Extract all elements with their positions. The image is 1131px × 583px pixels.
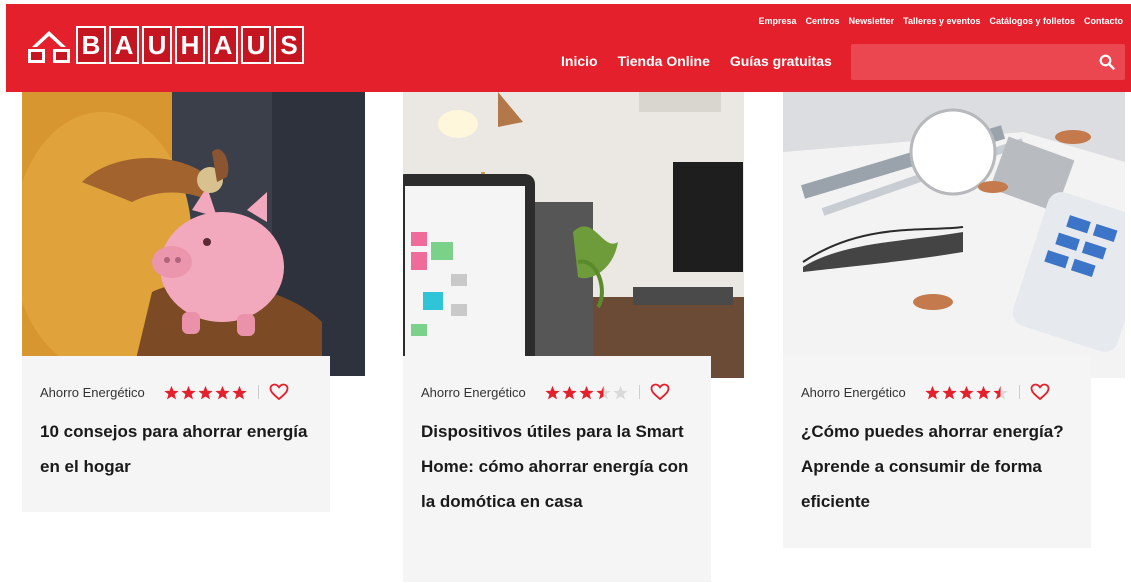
top-link[interactable]: Talleres y eventos [903, 16, 980, 26]
star-icon [545, 385, 560, 399]
main-nav: Inicio Tienda Online Guías gratuitas [561, 50, 832, 72]
search-icon[interactable] [1099, 54, 1115, 70]
card-image-smart-home[interactable] [403, 92, 744, 378]
logo-roof-icon [28, 27, 70, 63]
article-card-2[interactable]: Ahorro Energético Dispositivos útiles pa… [403, 356, 711, 582]
search-bar [851, 44, 1125, 80]
logo-letter: A [208, 26, 238, 64]
main-nav-item[interactable]: Inicio [561, 50, 598, 72]
logo-wordmark: BAUHAUS [76, 26, 304, 64]
meta-divider [257, 385, 259, 399]
star-icon [596, 385, 611, 399]
heart-icon[interactable] [650, 383, 670, 401]
star-rating[interactable] [924, 385, 1009, 400]
article-title[interactable]: ¿Cómo puedes ahorrar energía? Aprende a … [801, 414, 1073, 519]
star-icon [562, 385, 577, 399]
star-icon [164, 385, 179, 399]
main-nav-item[interactable]: Tienda Online [618, 50, 710, 72]
star-icon [215, 385, 230, 399]
star-rating[interactable] [544, 385, 629, 400]
article-card-1[interactable]: Ahorro Energético 10 consejos para ahorr… [22, 356, 330, 512]
main-nav-item[interactable]: Guías gratuitas [730, 50, 832, 72]
article-title[interactable]: 10 consejos para ahorrar energía en el h… [40, 414, 312, 484]
logo-letter: U [142, 26, 172, 64]
star-icon [181, 385, 196, 399]
card-meta: Ahorro Energético [801, 382, 1073, 402]
star-icon [976, 385, 991, 399]
meta-divider [638, 385, 640, 399]
top-link[interactable]: Contacto [1084, 16, 1123, 26]
star-rating[interactable] [163, 385, 248, 400]
site-header: BAUHAUS Empresa Centros Newsletter Talleres… [6, 4, 1131, 92]
card-meta: Ahorro Energético [40, 382, 312, 402]
star-icon [942, 385, 957, 399]
top-utility-nav: Empresa Centros Newsletter Talleres y event… [759, 16, 1123, 26]
star-icon [579, 385, 594, 399]
logo-letter: U [241, 26, 271, 64]
logo-letter: A [109, 26, 139, 64]
card-image-piggy-bank[interactable] [22, 92, 365, 376]
search-input[interactable] [859, 50, 1093, 76]
star-icon [993, 385, 1008, 399]
card-category[interactable]: Ahorro Energético [801, 385, 906, 400]
star-icon [925, 385, 940, 399]
top-link[interactable]: Empresa [759, 16, 797, 26]
top-link[interactable]: Catálogos y folletos [989, 16, 1075, 26]
star-icon [959, 385, 974, 399]
star-icon [198, 385, 213, 399]
article-card-3[interactable]: Ahorro Energético ¿Cómo puedes ahorrar e… [783, 356, 1091, 548]
heart-icon[interactable] [269, 383, 289, 401]
logo-letter: S [274, 26, 304, 64]
star-icon [232, 385, 247, 399]
meta-divider [1018, 385, 1020, 399]
card-meta: Ahorro Energético [421, 382, 693, 402]
top-link[interactable]: Newsletter [849, 16, 895, 26]
heart-icon[interactable] [1030, 383, 1050, 401]
top-link[interactable]: Centros [806, 16, 840, 26]
article-title[interactable]: Dispositivos útiles para la Smart Home: … [421, 414, 693, 519]
card-image-lightbulb[interactable] [783, 92, 1125, 378]
card-category[interactable]: Ahorro Energético [421, 385, 526, 400]
bauhaus-logo[interactable]: BAUHAUS [28, 24, 304, 66]
card-category[interactable]: Ahorro Energético [40, 385, 145, 400]
logo-letter: B [76, 26, 106, 64]
logo-letter: H [175, 26, 205, 64]
star-icon [613, 385, 628, 399]
